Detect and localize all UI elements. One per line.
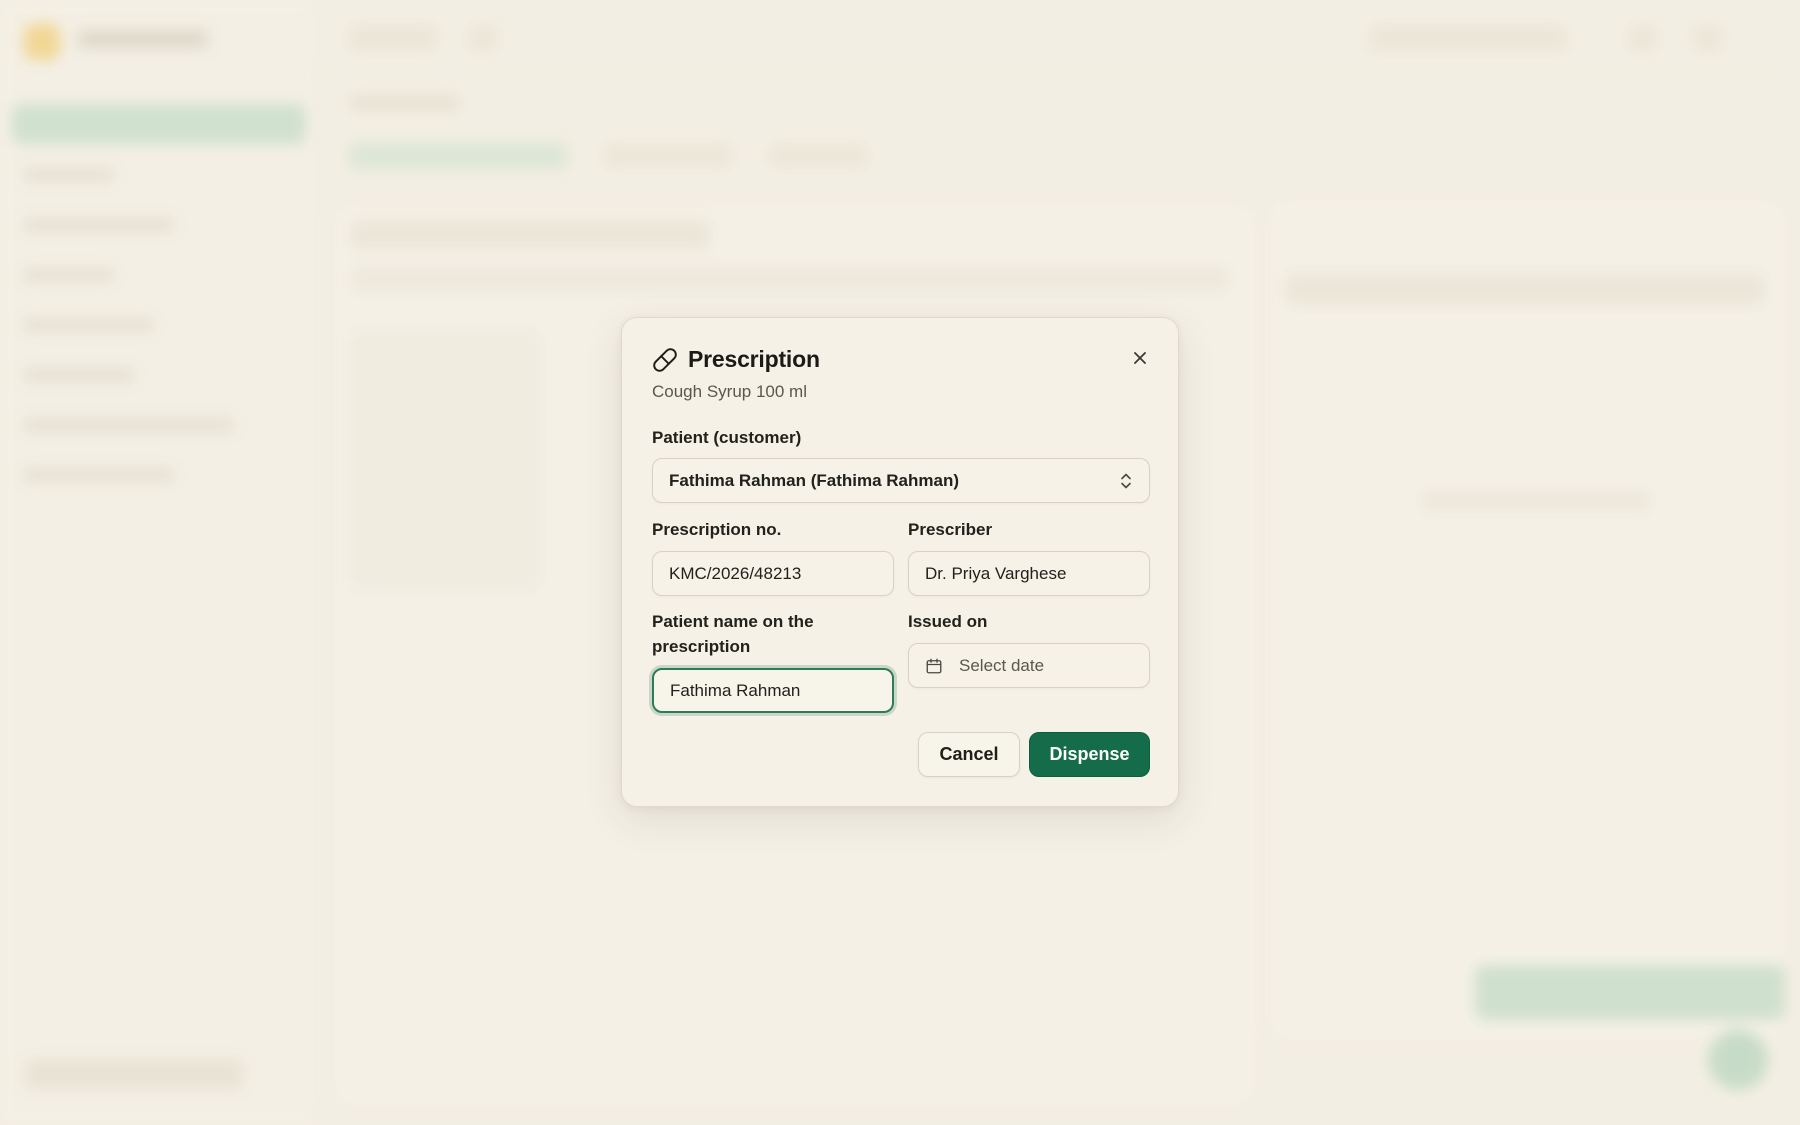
calendar-icon <box>925 657 943 675</box>
issued-on-placeholder: Select date <box>959 655 1045 675</box>
prescription-no-label: Prescription no. <box>652 520 782 539</box>
prescriber-input[interactable]: Dr. Priya Varghese <box>908 551 1150 596</box>
prescription-no-input[interactable]: KMC/2026/48213 <box>652 551 894 596</box>
pill-icon <box>652 347 678 373</box>
patient-select-value: Fathima Rahman (Fathima Rahman) <box>669 470 959 490</box>
dialog-subtitle: Cough Syrup 100 ml <box>652 382 807 401</box>
patient-select[interactable]: Fathima Rahman (Fathima Rahman) <box>652 458 1150 503</box>
dialog-title: Prescription <box>688 346 820 372</box>
patient-name-value: Fathima Rahman <box>670 680 801 700</box>
dispense-button[interactable]: Dispense <box>1029 732 1150 777</box>
chevron-up-down-icon <box>1119 472 1133 490</box>
patient-name-input[interactable]: Fathima Rahman <box>652 668 894 713</box>
prescriber-label: Prescriber <box>908 520 993 539</box>
prescription-no-value: KMC/2026/48213 <box>669 563 802 583</box>
issued-on-date-picker[interactable]: Select date <box>908 643 1150 688</box>
dialog-header: Prescription <box>652 346 820 373</box>
close-button[interactable] <box>1128 348 1152 372</box>
prescriber-value: Dr. Priya Varghese <box>925 563 1067 583</box>
cancel-button[interactable]: Cancel <box>918 732 1020 777</box>
prescription-dialog: Prescription Cough Syrup 100 ml Patient … <box>621 317 1179 807</box>
close-icon <box>1132 350 1148 371</box>
issued-on-label: Issued on <box>908 612 988 631</box>
patient-name-label: Patient name on the prescription <box>652 612 814 656</box>
patient-label: Patient (customer) <box>652 428 802 447</box>
